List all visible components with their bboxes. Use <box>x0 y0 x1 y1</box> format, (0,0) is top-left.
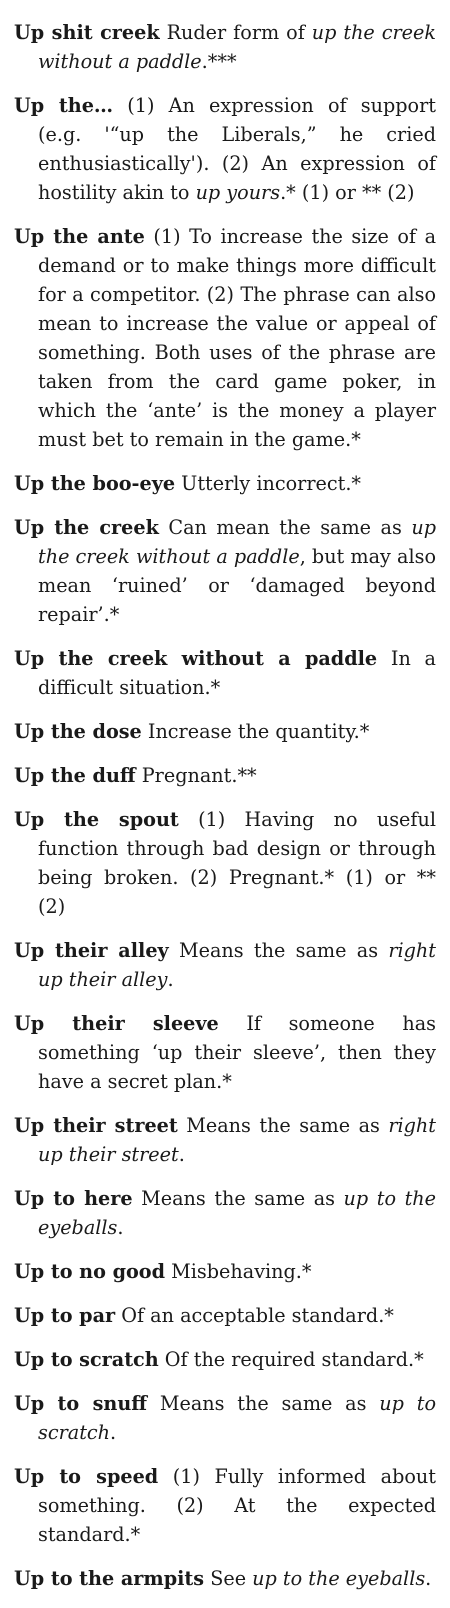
dictionary-entry: Up their sleeve If someone has something… <box>14 1009 436 1096</box>
entry-list: Up shit creek Ruder form of up the creek… <box>14 18 436 1593</box>
dictionary-entry: Up the dose Increase the quantity.* <box>14 717 436 746</box>
entry-term: Up their street <box>14 1114 178 1137</box>
dictionary-entry: Up the… (1) An expression of support (e.… <box>14 91 436 207</box>
entry-term: Up the boo-eye <box>14 472 176 495</box>
entry-term: Up the duff <box>14 764 136 787</box>
entry-definition: Means the same as <box>147 1392 380 1415</box>
dictionary-entry: Up their alley Means the same as right u… <box>14 936 436 994</box>
entry-term: Up the ante <box>14 225 145 248</box>
entry-definition: Can mean the same as <box>158 516 412 539</box>
entry-definition: Utterly incorrect.* <box>175 472 362 495</box>
entry-term: Up to no good <box>14 1260 166 1283</box>
entry-term: Up their alley <box>14 939 169 962</box>
entry-term: Up the… <box>14 94 114 117</box>
dictionary-entry: Up to snuff Means the same as up to scra… <box>14 1389 436 1447</box>
entry-definition: See <box>204 1567 253 1590</box>
entry-term: Up to the armpits <box>14 1567 205 1590</box>
entry-term: Up the creek without a paddle <box>14 647 378 670</box>
entry-term: Up the dose <box>14 720 142 743</box>
dictionary-entry: Up the spout (1) Having no useful functi… <box>14 805 436 921</box>
cross-reference: up yours <box>195 181 281 204</box>
entry-term: Up the spout <box>14 808 179 831</box>
dictionary-entry: Up the creek without a paddle In a diffi… <box>14 644 436 702</box>
entry-term: Up to par <box>14 1304 116 1327</box>
entry-definition: (1) To increase the size of a demand or … <box>38 225 437 451</box>
dictionary-entry: Up the creek Can mean the same as up the… <box>14 513 436 629</box>
entry-definition: . <box>167 968 174 991</box>
entry-term: Up the creek <box>14 516 159 539</box>
dictionary-entry: Up their street Means the same as right … <box>14 1111 436 1169</box>
entry-definition: Of the required standard.* <box>158 1348 424 1371</box>
dictionary-entry: Up to par Of an acceptable standard.* <box>14 1301 436 1330</box>
entry-definition: . <box>110 1421 117 1444</box>
entry-term: Up to speed <box>14 1465 159 1488</box>
entry-definition: Pregnant.** <box>135 764 257 787</box>
entry-definition: Of an acceptable standard.* <box>115 1304 394 1327</box>
cross-reference: up to the eyeballs <box>252 1567 426 1590</box>
dictionary-entry: Up the ante (1) To increase the size of … <box>14 222 436 454</box>
entry-definition: Misbehaving.* <box>165 1260 312 1283</box>
entry-term: Up to scratch <box>14 1348 159 1371</box>
entry-term: Up shit creek <box>14 21 160 44</box>
entry-term: Up their sleeve <box>14 1012 219 1035</box>
entry-term: Up to here <box>14 1187 133 1210</box>
entry-term: Up to snuff <box>14 1392 148 1415</box>
dictionary-page: Up shit creek Ruder form of up the creek… <box>14 18 436 1608</box>
dictionary-entry: Up to here Means the same as up to the e… <box>14 1184 436 1242</box>
entry-definition: . <box>425 1567 432 1590</box>
entry-definition: Increase the quantity.* <box>141 720 370 743</box>
dictionary-entry: Up shit creek Ruder form of up the creek… <box>14 18 436 76</box>
dictionary-entry: Up to the armpits See up to the eyeballs… <box>14 1564 436 1593</box>
entry-definition: Means the same as <box>177 1114 389 1137</box>
entry-definition: Means the same as <box>168 939 389 962</box>
entry-definition: Means the same as <box>132 1187 344 1210</box>
entry-definition: Ruder form of <box>159 21 312 44</box>
entry-definition: . <box>178 1143 185 1166</box>
entry-definition: .* (1) or ** (2) <box>280 181 415 204</box>
entry-definition: .*** <box>201 50 237 73</box>
dictionary-entry: Up to scratch Of the required standard.* <box>14 1345 436 1374</box>
dictionary-entry: Up to speed (1) Fully informed about som… <box>14 1462 436 1549</box>
dictionary-entry: Up the duff Pregnant.** <box>14 761 436 790</box>
dictionary-entry: Up the boo-eye Utterly incorrect.* <box>14 469 436 498</box>
entry-definition: . <box>117 1216 124 1239</box>
dictionary-entry: Up to no good Misbehaving.* <box>14 1257 436 1286</box>
